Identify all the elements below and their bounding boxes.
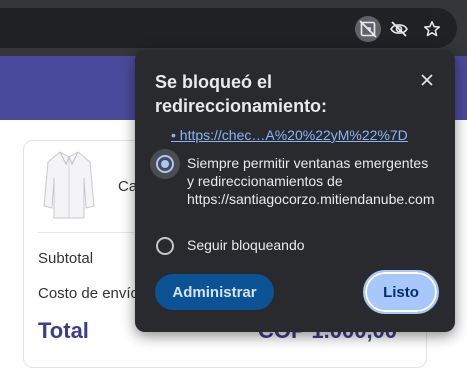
shipping-label: Costo de envío	[38, 285, 139, 302]
popup-blocked-dialog: Se bloqueó el redireccionamiento: • http…	[135, 50, 455, 332]
option-allow-label[interactable]: Siempre permitir ventanas emergentes y r…	[187, 154, 437, 208]
radio-allow[interactable]	[156, 155, 174, 173]
option-block-label[interactable]: Seguir bloqueando	[187, 237, 305, 253]
popup-blocked-icon[interactable]	[355, 16, 381, 42]
manage-button[interactable]: Administrar	[155, 274, 274, 310]
browser-toolbar	[0, 0, 467, 56]
done-button[interactable]: Listo	[363, 270, 439, 314]
star-icon[interactable]	[421, 18, 443, 40]
product-thumbnail	[40, 148, 98, 222]
blocked-redirect-link[interactable]: • https://chec…A%20%22yM%22%7D	[171, 127, 408, 143]
radio-keep-blocking[interactable]	[156, 237, 174, 255]
dialog-title: Se bloqueó el redireccionamiento:	[155, 72, 328, 116]
close-icon[interactable]	[417, 70, 437, 90]
total-label: Total	[38, 318, 89, 343]
eye-off-icon[interactable]	[388, 18, 410, 40]
subtotal-label: Subtotal	[38, 250, 94, 267]
